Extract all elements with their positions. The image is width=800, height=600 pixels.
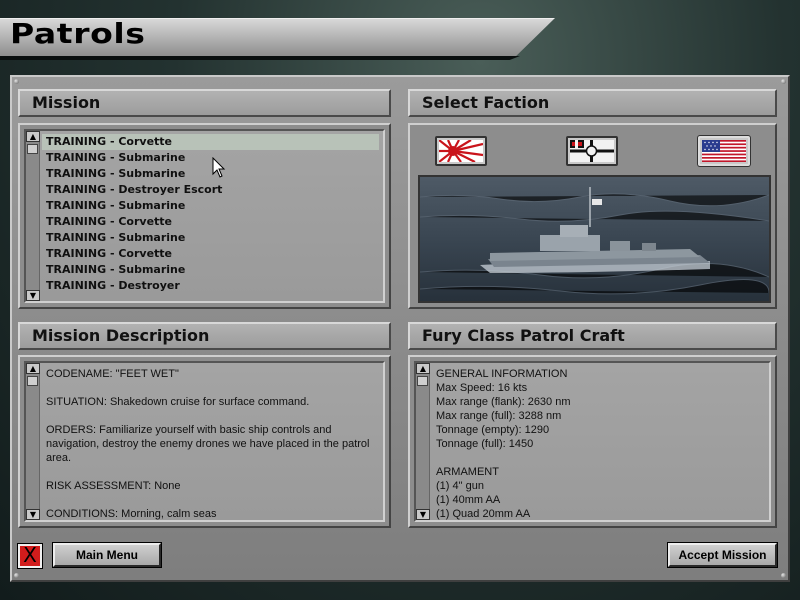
list-item[interactable]: TRAINING - Corvette (42, 214, 379, 230)
mission-header-label: Mission (32, 93, 101, 112)
description-text: CODENAME: "FEET WET" SITUATION: Shakedow… (46, 368, 370, 520)
list-item[interactable]: TRAINING - Submarine (42, 166, 379, 182)
scroll-thumb[interactable] (27, 144, 38, 154)
ship-info-scrollbar[interactable]: ▲ ▼ (416, 363, 430, 520)
close-icon[interactable]: X (17, 543, 43, 569)
list-item[interactable]: TRAINING - Corvette (42, 134, 379, 150)
description-box[interactable]: ▲ ▼ CODENAME: "FEET WET" SITUATION: Shak… (24, 361, 385, 522)
description-frame: ▲ ▼ CODENAME: "FEET WET" SITUATION: Shak… (18, 355, 391, 528)
mouse-cursor-icon (212, 157, 226, 178)
ship-info-frame: ▲ ▼ GENERAL INFORMATION Max Speed: 16 kt… (408, 355, 777, 528)
faction-header-label: Select Faction (422, 93, 550, 112)
list-item[interactable]: TRAINING - Submarine (42, 150, 379, 166)
main-menu-button[interactable]: Main Menu (52, 542, 162, 568)
list-item[interactable]: TRAINING - Submarine (42, 262, 379, 278)
list-item[interactable]: TRAINING - Destroyer Escort (42, 182, 379, 198)
scroll-down-icon[interactable]: ▼ (26, 509, 40, 520)
mission-header: Mission (18, 89, 391, 117)
rivet-icon (14, 79, 19, 84)
title-banner-shadow (0, 56, 520, 60)
rivet-icon (781, 79, 786, 84)
faction-frame (408, 123, 777, 309)
scroll-down-icon[interactable]: ▼ (416, 509, 430, 520)
ship-image (418, 175, 771, 303)
list-item[interactable]: TRAINING - Submarine (42, 230, 379, 246)
faction-header: Select Faction (408, 89, 777, 117)
ship-header: Fury Class Patrol Craft (408, 322, 777, 350)
japan-flag-icon[interactable] (435, 136, 487, 166)
list-item[interactable]: TRAINING - Corvette (42, 246, 379, 262)
mission-items: TRAINING - Corvette TRAINING - Submarine T… (42, 134, 379, 294)
scroll-up-icon[interactable]: ▲ (26, 131, 40, 142)
germany-flag-icon[interactable] (566, 136, 618, 166)
page-title: Patrols (10, 17, 146, 50)
scroll-thumb[interactable] (27, 376, 38, 386)
list-item[interactable]: TRAINING - Submarine (42, 198, 379, 214)
rivet-icon (781, 573, 786, 578)
description-header-label: Mission Description (32, 326, 210, 345)
description-header: Mission Description (18, 322, 391, 350)
list-item[interactable]: TRAINING - Destroyer (42, 278, 379, 294)
accept-mission-button[interactable]: Accept Mission (667, 542, 778, 568)
mission-scrollbar[interactable]: ▲ ▼ (26, 131, 40, 301)
scroll-up-icon[interactable]: ▲ (416, 363, 430, 374)
rivet-icon (14, 573, 19, 578)
ship-info-text: GENERAL INFORMATION Max Speed: 16 kts Ma… (436, 368, 571, 520)
mission-list[interactable]: ▲ ▼ TRAINING - Corvette TRAINING - Submar… (24, 129, 385, 303)
scroll-down-icon[interactable]: ▼ (26, 290, 40, 301)
description-scrollbar[interactable]: ▲ ▼ (26, 363, 40, 520)
usa-flag-icon[interactable] (698, 136, 750, 166)
ship-info-box[interactable]: ▲ ▼ GENERAL INFORMATION Max Speed: 16 kt… (414, 361, 771, 522)
mission-list-frame: ▲ ▼ TRAINING - Corvette TRAINING - Submar… (18, 123, 391, 309)
scroll-up-icon[interactable]: ▲ (26, 363, 40, 374)
ship-header-label: Fury Class Patrol Craft (422, 326, 625, 345)
scroll-thumb[interactable] (417, 376, 428, 386)
